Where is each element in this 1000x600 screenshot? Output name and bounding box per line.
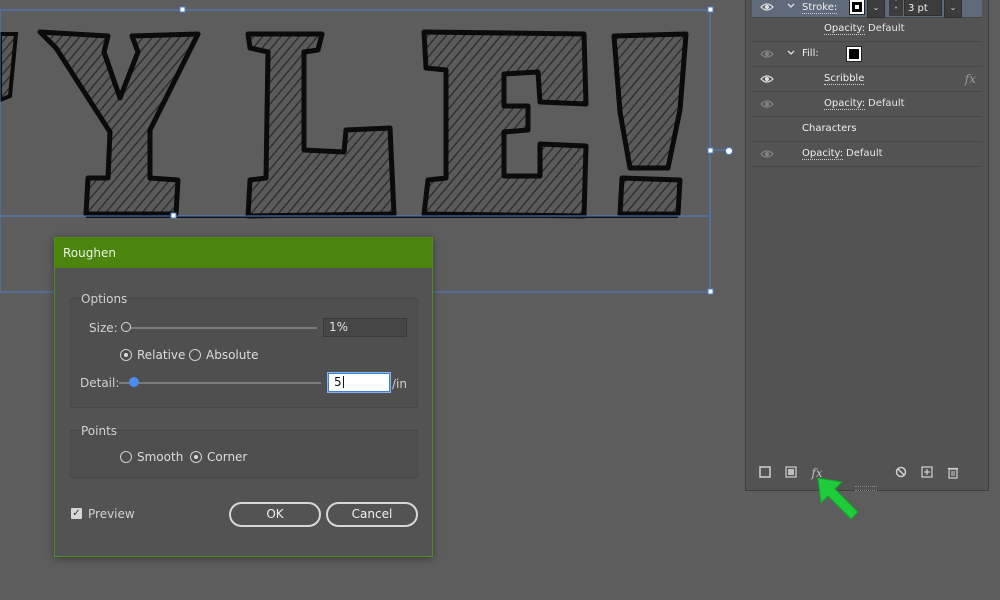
characters-label[interactable]: Characters — [802, 123, 857, 134]
stroke-color-dropdown[interactable]: ⌄ — [867, 0, 885, 18]
selection-handle-right[interactable] — [707, 147, 714, 154]
size-slider-track[interactable] — [125, 327, 317, 329]
stroke-opacity-label[interactable]: Opacity: — [824, 23, 866, 35]
fill-color-swatch[interactable] — [846, 46, 862, 62]
fill-opacity-row[interactable]: Opacity: Default — [752, 93, 982, 117]
appearance-toolbar: fx — [752, 463, 982, 483]
characters-row[interactable]: Characters — [752, 118, 982, 142]
fill-row[interactable]: Fill: — [752, 43, 982, 67]
opacity-value: Default — [846, 148, 883, 159]
green-pointer-arrow-icon — [817, 477, 859, 520]
corner-radio[interactable] — [190, 451, 202, 463]
scribble-effect-label[interactable]: Scribble — [824, 73, 865, 85]
visibility-eye-icon[interactable] — [760, 74, 774, 84]
text-caret — [342, 376, 344, 388]
chevron-down-icon[interactable] — [786, 0, 796, 12]
detail-value-text: 5 — [334, 375, 342, 389]
relative-radio-label[interactable]: Relative — [137, 348, 185, 362]
detail-slider-track[interactable] — [119, 382, 321, 384]
stroke-weight-stepper[interactable]: ˄ ˅ — [889, 0, 903, 16]
scribble-effect-row[interactable]: Scribble fx — [752, 68, 982, 92]
detail-value-input[interactable]: 5 — [328, 373, 390, 392]
letter-y — [37, 29, 201, 217]
stroke-opacity-value: Default — [868, 23, 905, 34]
preview-label[interactable]: Preview — [88, 507, 135, 521]
smooth-radio-label[interactable]: Smooth — [137, 450, 183, 464]
selection-handle-top[interactable] — [179, 6, 186, 13]
fx-icon[interactable]: fx — [965, 72, 976, 86]
letter-partial — [0, 32, 19, 103]
absolute-radio-label[interactable]: Absolute — [206, 348, 258, 362]
add-new-stroke-icon[interactable] — [758, 466, 772, 480]
roughen-dialog: Roughen Options Size: 1% Relative Absolu… — [54, 237, 433, 557]
detail-unit: /in — [392, 377, 407, 391]
letter-e — [421, 29, 589, 219]
stroke-row[interactable]: Stroke: ⌄ ˄ ˅ 3 pt ⌄ — [752, 0, 982, 18]
smooth-radio[interactable] — [120, 451, 132, 463]
opacity-row[interactable]: Opacity: Default — [752, 143, 982, 167]
size-label: Size: — [89, 321, 118, 335]
chevron-down-icon[interactable] — [786, 47, 796, 59]
preview-checkbox[interactable]: ✓ — [71, 508, 82, 519]
cancel-button[interactable]: Cancel — [326, 502, 418, 527]
size-value-input[interactable]: 1% — [323, 318, 407, 337]
stroke-opacity-row[interactable]: Opacity: Default — [752, 18, 982, 42]
appearance-panel: Stroke: ⌄ ˄ ˅ 3 pt ⌄ Opacity: Default Fil… — [745, 0, 989, 491]
stroke-weight-input[interactable]: 3 pt — [904, 0, 942, 16]
stroke-color-swatch[interactable] — [849, 0, 865, 15]
fill-label[interactable]: Fill: — [802, 48, 819, 59]
absolute-radio[interactable] — [189, 349, 201, 361]
add-new-fill-icon[interactable] — [784, 466, 798, 480]
letter-exclamation-dot — [617, 175, 683, 217]
stroke-weight-dropdown[interactable]: ⌄ — [944, 0, 962, 18]
selection-handle-top-right[interactable] — [707, 6, 714, 13]
detail-label: Detail: — [80, 376, 120, 390]
dialog-title[interactable]: Roughen — [55, 238, 432, 268]
visibility-eye-icon[interactable] — [760, 2, 774, 12]
fill-opacity-value: Default — [868, 98, 905, 109]
visibility-eye-icon[interactable] — [760, 49, 774, 59]
selection-handle-bottom-right[interactable] — [707, 288, 714, 295]
selection-handle-baseline[interactable] — [170, 212, 177, 219]
clear-appearance-icon[interactable] — [894, 466, 908, 480]
stroke-label[interactable]: Stroke: — [802, 2, 838, 14]
visibility-eye-icon[interactable] — [760, 149, 774, 159]
delete-item-trash-icon[interactable] — [946, 466, 960, 480]
opacity-label[interactable]: Opacity: — [802, 148, 844, 160]
relative-radio[interactable] — [120, 349, 132, 361]
fill-opacity-label[interactable]: Opacity: — [824, 98, 866, 110]
points-group-title: Points — [81, 424, 118, 438]
letter-exclamation-bar — [611, 31, 689, 171]
letter-l — [245, 31, 397, 219]
duplicate-item-icon[interactable] — [920, 466, 934, 480]
corner-radio-label[interactable]: Corner — [207, 450, 247, 464]
selection-rotate-handle[interactable] — [725, 147, 733, 155]
detail-slider-thumb[interactable] — [129, 377, 139, 387]
options-group-title: Options — [81, 292, 128, 306]
size-slider-thumb[interactable] — [121, 322, 131, 332]
visibility-eye-icon[interactable] — [760, 99, 774, 109]
ok-button[interactable]: OK — [229, 502, 321, 527]
